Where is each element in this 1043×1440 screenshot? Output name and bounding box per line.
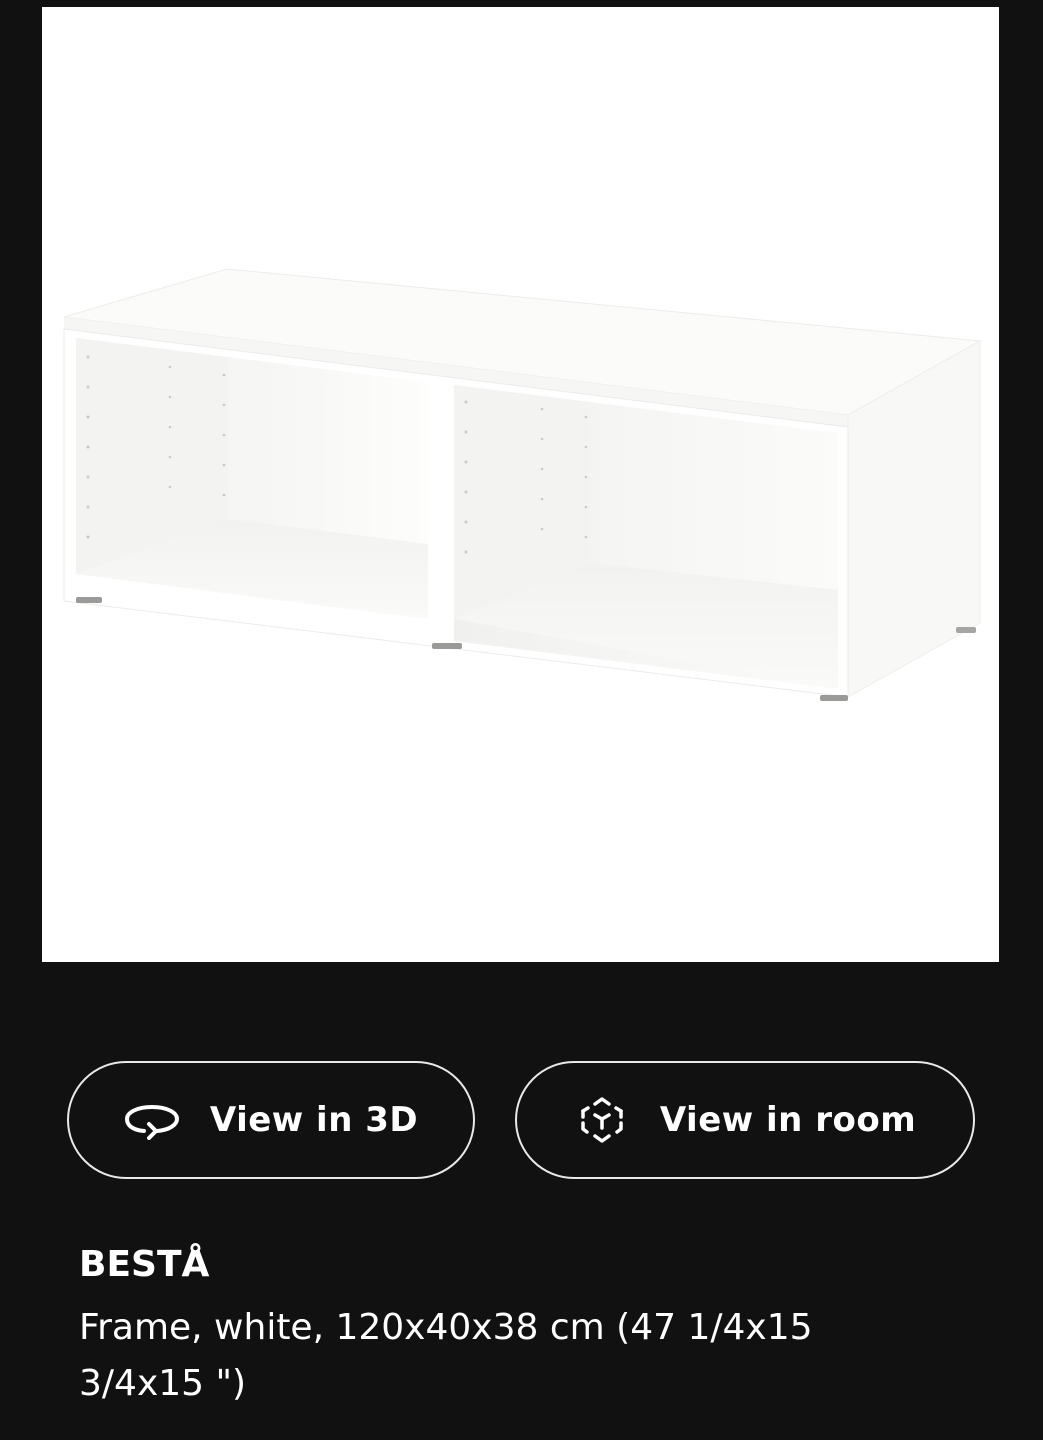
product-description: Frame, white, 120x40x38 cm (47 1/4x15 3/…	[79, 1307, 813, 1404]
view-in-room-button[interactable]: View in room	[515, 1061, 975, 1179]
product-image[interactable]	[42, 7, 999, 962]
ar-cube-icon	[574, 1096, 630, 1144]
besta-frame-illustration	[63, 268, 982, 701]
product-page: View in 3D View in room BESTÅ Frame, whi…	[0, 0, 1043, 1440]
view-in-3d-button[interactable]: View in 3D	[67, 1061, 475, 1179]
view-in-3d-label: View in 3D	[209, 1100, 419, 1140]
rotate-3d-icon	[124, 1096, 180, 1144]
view-in-room-label: View in room	[659, 1100, 917, 1140]
product-name[interactable]: BESTÅ	[79, 1244, 209, 1285]
